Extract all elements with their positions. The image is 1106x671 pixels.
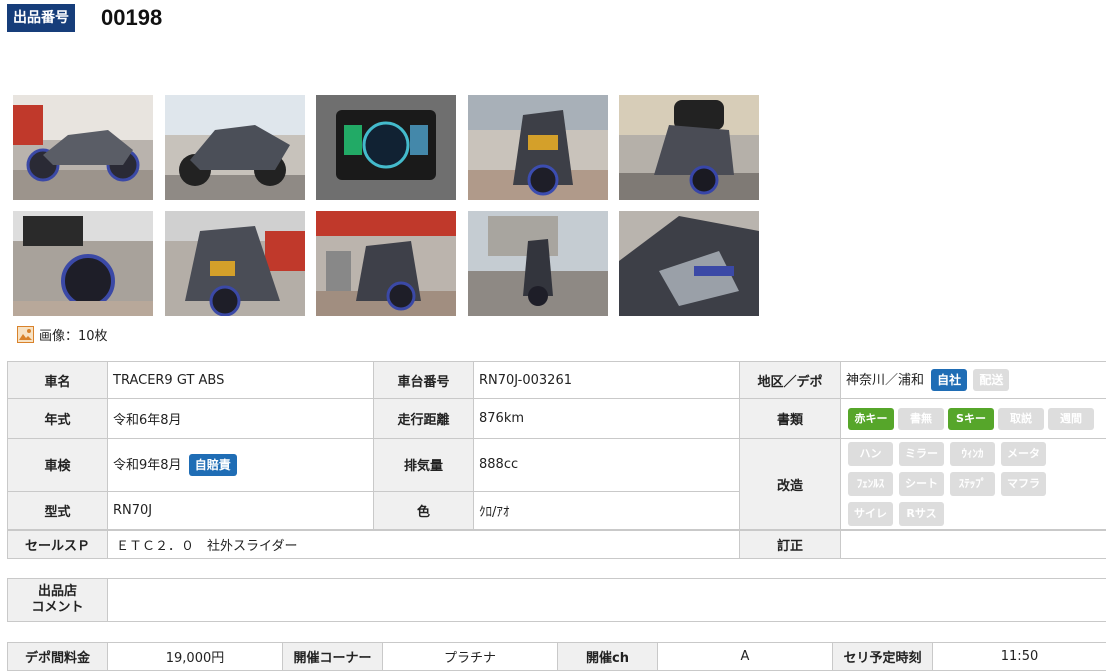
label-depot-fee: デポ間料金: [7, 642, 108, 671]
delivery-tag: 配送: [973, 369, 1010, 392]
auction-info-table: デポ間料金 19,000円 開催コーナー プラチナ 開催ch A セリ予定時刻 …: [7, 642, 1106, 671]
inspection-cell: 令和9年8月 自賠責: [107, 438, 374, 492]
label-region: 地区／デポ: [739, 361, 841, 399]
mod-silencer-tag: サイレ: [848, 502, 893, 526]
label-displacement: 排気量: [373, 438, 474, 492]
insurance-badge: 自賠責: [188, 454, 237, 477]
documents-cell: 赤キー 書無 Sキー 取説 週間: [840, 398, 1106, 439]
modifications-cell: ハン ミラー ｳｨﾝｶ メータ ﾌｪﾝﾙｽ シート ｽﾃｯﾌﾟ マフラ サイレ …: [840, 438, 1106, 530]
value-frame-number: RN70J-003261: [473, 361, 740, 399]
mod-step-tag: ｽﾃｯﾌﾟ: [950, 472, 995, 496]
table-row: 車名 TRACER9 GT ABS 車台番号 RN70J-003261 地区／デ…: [7, 361, 1106, 399]
thumbnail-3[interactable]: [316, 95, 456, 200]
value-model-code: RN70J: [107, 490, 374, 531]
table-row: デポ間料金 19,000円 開催コーナー プラチナ 開催ch A セリ予定時刻 …: [7, 642, 1106, 671]
thumbnail-4[interactable]: [468, 95, 608, 200]
label-model-year: 年式: [7, 398, 108, 439]
value-channel: A: [657, 642, 833, 671]
mod-meter-tag: メータ: [1001, 442, 1046, 466]
label-auction-time: セリ予定時刻: [832, 642, 933, 671]
mod-winker-tag: ｳｨﾝｶ: [950, 442, 995, 466]
value-inspection: 令和9年8月: [113, 457, 182, 473]
red-key-tag: 赤キー: [848, 407, 894, 430]
label-vehicle-name: 車名: [7, 361, 108, 399]
vehicle-info-table: 車名 TRACER9 GT ABS 車台番号 RN70J-003261 地区／デ…: [7, 361, 1106, 531]
mod-seat-tag: シート: [899, 472, 944, 496]
label-correction: 訂正: [739, 530, 841, 559]
label-corner: 開催コーナー: [282, 642, 383, 671]
thumbnail-7[interactable]: [165, 211, 305, 316]
image-icon: [17, 326, 34, 343]
manual-tag: 取説: [998, 407, 1044, 430]
label-shop-comment-line2: コメント: [31, 600, 84, 615]
table-row: セールスＰ ＥＴＣ２．０ 社外スライダー 訂正: [7, 530, 1106, 559]
value-sales-point: ＥＴＣ２．０ 社外スライダー: [107, 530, 740, 559]
label-model-code: 型式: [7, 490, 108, 531]
label-sales-point: セールスＰ: [7, 530, 108, 559]
value-color: ｸﾛ/ｱｵ: [473, 490, 740, 531]
value-depot-fee: 19,000円: [107, 642, 283, 671]
thumbnail-2[interactable]: [165, 95, 305, 200]
value-auction-time: 11:50: [932, 642, 1106, 671]
thumbnail-8[interactable]: [316, 211, 456, 316]
thumbnail-1[interactable]: [13, 95, 153, 200]
label-modifications: 改造: [739, 438, 841, 530]
value-correction: [840, 530, 1106, 559]
image-count: 画像：10枚: [17, 325, 108, 344]
mod-mirror-tag: ミラー: [899, 442, 944, 466]
listing-number-label: 出品番号: [7, 4, 75, 32]
label-documents: 書類: [739, 398, 841, 439]
thumbnail-9[interactable]: [468, 211, 608, 316]
table-row: 車検 令和9年8月 自賠責 排気量 888cc 改造 ハン ミラー ｳｨﾝｶ メ…: [7, 438, 1106, 530]
no-documents-tag: 書無: [898, 407, 944, 430]
thumbnail-10[interactable]: [619, 211, 759, 316]
thumbnail-6[interactable]: [13, 211, 153, 316]
image-count-text: 画像：10枚: [39, 329, 108, 344]
s-key-tag: Sキー: [948, 407, 994, 430]
label-mileage: 走行距離: [373, 398, 474, 439]
label-shop-comment: 出品店 コメント: [7, 578, 108, 622]
mod-muffler-tag: マフラ: [1001, 472, 1046, 496]
value-mileage: 876km: [473, 398, 740, 439]
mod-handle-tag: ハン: [848, 442, 893, 466]
value-vehicle-name: TRACER9 GT ABS: [107, 361, 374, 399]
label-channel: 開催ch: [557, 642, 658, 671]
own-company-tag: 自社: [931, 369, 968, 392]
sales-point-table: セールスＰ ＥＴＣ２．０ 社外スライダー 訂正: [7, 530, 1106, 559]
label-color: 色: [373, 490, 474, 531]
region-cell: 神奈川／浦和 自社 配送: [840, 361, 1106, 399]
listing-number: 00198: [101, 5, 163, 30]
value-model-year: 令和6年8月: [107, 398, 374, 439]
table-row: 出品店 コメント: [7, 578, 1106, 622]
value-shop-comment: [107, 578, 1106, 622]
value-corner: プラチナ: [382, 642, 558, 671]
value-displacement: 888cc: [473, 438, 740, 492]
listing-header: 出品番号 00198: [7, 4, 162, 32]
shop-comment-table: 出品店 コメント: [7, 578, 1106, 622]
mod-fenderless-tag: ﾌｪﾝﾙｽ: [848, 472, 893, 496]
label-shop-comment-line1: 出品店: [37, 584, 77, 599]
value-region: 神奈川／浦和: [846, 372, 925, 388]
mod-rear-suspension-tag: Rサス: [899, 502, 944, 526]
label-inspection: 車検: [7, 438, 108, 492]
thumbnail-5[interactable]: [619, 95, 759, 200]
weekly-tag: 週間: [1048, 407, 1094, 430]
label-frame-number: 車台番号: [373, 361, 474, 399]
table-row: 年式 令和6年8月 走行距離 876km 書類 赤キー 書無 Sキー 取説 週間: [7, 398, 1106, 439]
